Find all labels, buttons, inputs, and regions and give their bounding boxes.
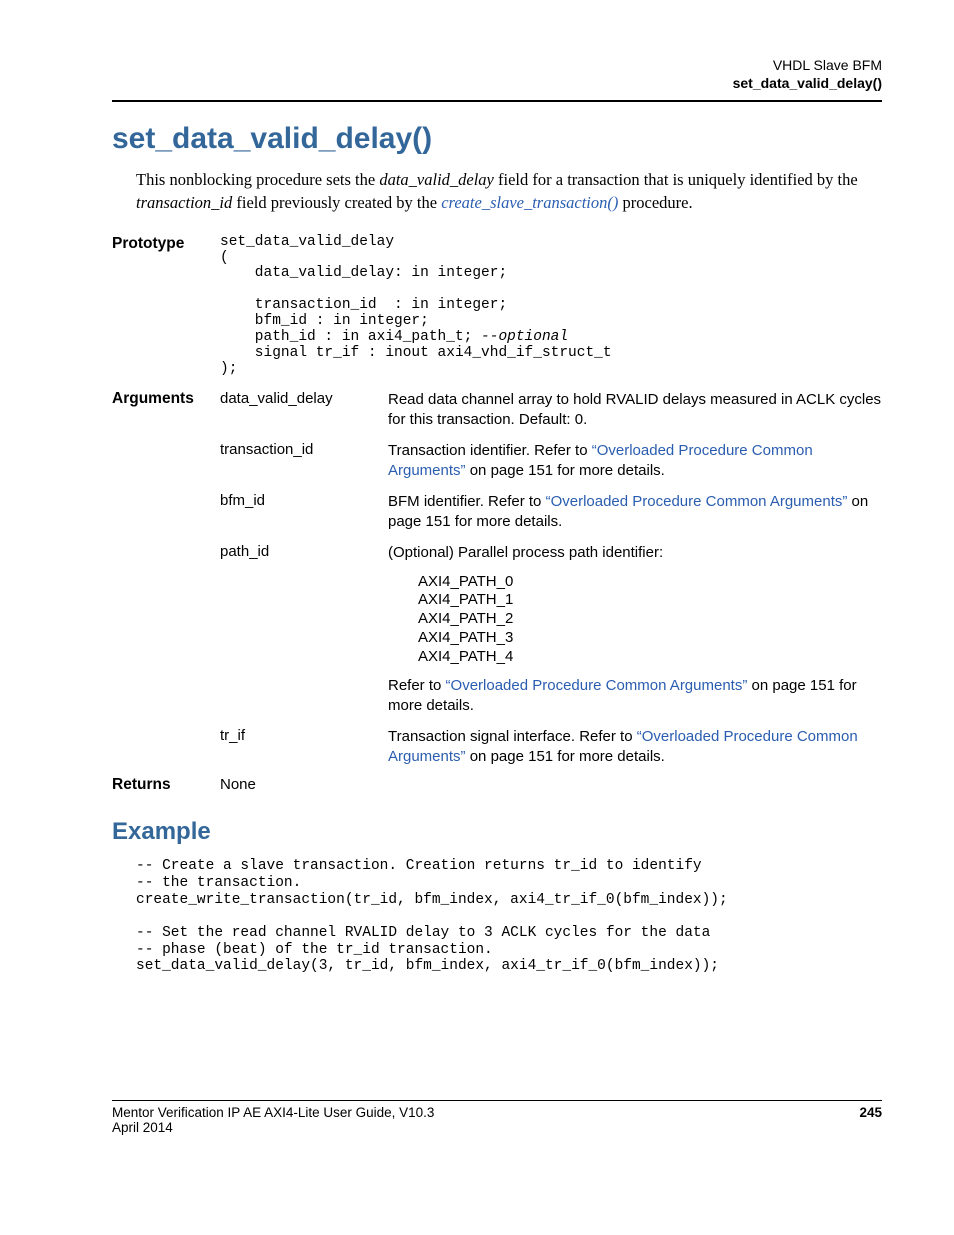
argument-tr-if: tr_if Transaction signal interface. Refe… — [220, 727, 882, 766]
intro-paragraph: This nonblocking procedure sets the data… — [136, 168, 882, 214]
path-option: AXI4_PATH_1 — [418, 591, 882, 610]
argument-data-valid-delay: data_valid_delay Read data channel array… — [220, 390, 882, 429]
page-footer: Mentor Verification IP AE AXI4-Lite User… — [112, 1100, 882, 1135]
returns-label: Returns — [112, 776, 220, 794]
footer-date: April 2014 — [112, 1120, 882, 1135]
intro-text-2: field for a transaction that is uniquely… — [494, 170, 858, 189]
arg-name: path_id — [220, 543, 388, 560]
overloaded-procedure-link[interactable]: Overloaded Procedure Common Arguments — [551, 493, 843, 510]
prototype-row: Prototype set_data_valid_delay ( data_va… — [112, 235, 882, 378]
path-option: AXI4_PATH_2 — [418, 610, 882, 629]
intro-text-4: procedure. — [618, 193, 692, 212]
page-number: 245 — [859, 1105, 882, 1120]
arg-desc: (Optional) Parallel process path identif… — [388, 543, 882, 715]
arg-name: transaction_id — [220, 441, 388, 458]
prototype-code: set_data_valid_delay ( data_valid_delay:… — [220, 235, 882, 378]
returns-value: None — [220, 776, 882, 793]
arguments-label: Arguments — [112, 390, 220, 408]
argument-bfm-id: bfm_id BFM identifier. Refer to “Overloa… — [220, 492, 882, 531]
argument-transaction-id: transaction_id Transaction identifier. R… — [220, 441, 882, 480]
arguments-body: data_valid_delay Read data channel array… — [220, 390, 882, 772]
intro-text-3: field previously created by the — [232, 193, 441, 212]
create-slave-transaction-link[interactable]: create_slave_transaction() — [441, 193, 618, 212]
path-id-reference: Refer to “Overloaded Procedure Common Ar… — [388, 676, 882, 715]
overloaded-procedure-link[interactable]: Overloaded Procedure Common Arguments — [451, 677, 743, 694]
path-option: AXI4_PATH_0 — [418, 573, 882, 592]
intro-italic-2: transaction_id — [136, 193, 232, 212]
arg-name: tr_if — [220, 727, 388, 744]
prototype-code-cell: set_data_valid_delay ( data_valid_delay:… — [220, 235, 882, 378]
path-id-options: AXI4_PATH_0 AXI4_PATH_1 AXI4_PATH_2 AXI4… — [418, 573, 882, 667]
header-topic: set_data_valid_delay() — [733, 75, 882, 91]
intro-italic-1: data_valid_delay — [379, 170, 494, 189]
arg-name: bfm_id — [220, 492, 388, 509]
arg-name: data_valid_delay — [220, 390, 388, 407]
page-header: VHDL Slave BFM set_data_valid_delay() — [112, 56, 882, 92]
page-title: set_data_valid_delay() — [112, 122, 882, 156]
argument-path-id: path_id (Optional) Parallel process path… — [220, 543, 882, 715]
arg-desc: Transaction signal interface. Refer to “… — [388, 727, 882, 766]
header-section: VHDL Slave BFM — [773, 57, 882, 73]
example-code: -- Create a slave transaction. Creation … — [136, 858, 882, 975]
path-option: AXI4_PATH_3 — [418, 629, 882, 648]
header-rule — [112, 100, 882, 102]
arg-desc: BFM identifier. Refer to “Overloaded Pro… — [388, 492, 882, 531]
path-option: AXI4_PATH_4 — [418, 648, 882, 667]
example-heading: Example — [112, 818, 882, 846]
prototype-label: Prototype — [112, 235, 220, 253]
arg-desc: Read data channel array to hold RVALID d… — [388, 390, 882, 429]
arg-desc: Transaction identifier. Refer to “Overlo… — [388, 441, 882, 480]
returns-row: Returns None — [112, 776, 882, 794]
footer-rule — [112, 1100, 882, 1101]
intro-text: This nonblocking procedure sets the — [136, 170, 379, 189]
arguments-row: Arguments data_valid_delay Read data cha… — [112, 390, 882, 772]
footer-guide-title: Mentor Verification IP AE AXI4-Lite User… — [112, 1105, 434, 1120]
